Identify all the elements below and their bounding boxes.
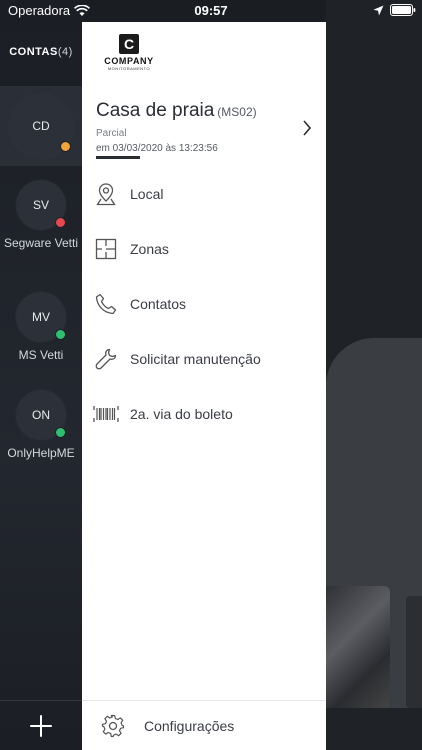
logo-subtitle: MONITORAMENTO xyxy=(107,66,151,71)
accounts-title-text: CONTAS xyxy=(9,46,58,58)
accounts-title: CONTAS(4) xyxy=(0,46,82,58)
avatar: SV xyxy=(16,180,66,230)
logo-mark: C xyxy=(119,34,139,54)
site-state-date: em 03/03/2020 às 13:23:56 xyxy=(96,143,218,154)
menu-item-solicitar-manutencao[interactable]: Solicitar manutenção xyxy=(82,339,326,379)
menu-label: Zonas xyxy=(130,241,169,257)
site-name: Casa de praia xyxy=(96,100,215,121)
account-name: Segware Vetti xyxy=(3,236,79,250)
site-code: (MS02) xyxy=(217,105,257,119)
background-camera-image xyxy=(326,586,390,708)
site-underline xyxy=(96,156,140,159)
add-account-button[interactable] xyxy=(0,700,82,750)
site-arm-state: Parcial xyxy=(96,128,127,139)
menu-item-zonas[interactable]: Zonas xyxy=(82,229,326,269)
account-item-sv[interactable]: SV Segware Vetti xyxy=(0,180,82,250)
clock: 09:57 xyxy=(194,3,228,18)
menu-item-local[interactable]: Local xyxy=(82,174,326,214)
status-bar: Operadora 09:57 xyxy=(0,0,422,22)
barcode-icon xyxy=(93,406,119,422)
status-dot xyxy=(60,141,71,152)
menu-item-boleto[interactable]: 2a. via do boleto xyxy=(82,394,326,434)
background-camera-image-2 xyxy=(406,596,422,708)
phone-icon xyxy=(95,293,117,315)
account-item-mv[interactable]: MV MS Vetti xyxy=(0,292,82,362)
location-arrow-icon xyxy=(373,5,384,15)
menu-label: Contatos xyxy=(130,296,187,312)
account-item-on[interactable]: ON OnlyHelpME xyxy=(0,390,82,460)
gear-icon xyxy=(101,714,125,737)
menu-label: Local xyxy=(130,186,164,202)
avatar-initials: SV xyxy=(32,198,49,212)
battery-icon xyxy=(390,4,416,16)
account-item-cd[interactable]: CD xyxy=(0,86,82,166)
status-dot xyxy=(55,329,66,340)
avatar: ON xyxy=(16,390,66,440)
settings-button[interactable]: Configurações xyxy=(82,700,326,750)
wrench-icon xyxy=(95,348,117,370)
chevron-right-icon[interactable] xyxy=(302,120,312,136)
account-name: OnlyHelpME xyxy=(7,446,75,460)
status-dot xyxy=(55,427,66,438)
menu-label: Solicitar manutenção xyxy=(130,351,261,367)
accounts-count: (4) xyxy=(57,46,73,58)
avatar-initials: CD xyxy=(32,119,50,133)
company-logo: C COMPANY MONITORAMENTO xyxy=(96,34,162,71)
avatar-initials: MV xyxy=(32,310,50,324)
floorplan-icon xyxy=(95,238,117,260)
accounts-rail: CONTAS(4) CD SV Segware Vetti MV MS Vett… xyxy=(0,0,82,750)
avatar-initials: ON xyxy=(32,408,50,422)
location-pin-icon xyxy=(96,183,116,206)
site-header[interactable]: Casa de praia (MS02) Parcial em 03/03/202… xyxy=(96,100,316,159)
avatar: CD xyxy=(9,94,73,158)
logo-text: COMPANY xyxy=(104,56,154,66)
status-dot xyxy=(55,217,66,228)
menu-label: 2a. via do boleto xyxy=(130,406,233,422)
site-drawer: C COMPANY MONITORAMENTO Casa de praia (MS… xyxy=(82,22,326,750)
menu-item-contatos[interactable]: Contatos xyxy=(82,284,326,324)
settings-label: Configurações xyxy=(144,717,235,734)
background-content xyxy=(326,0,422,750)
avatar: MV xyxy=(16,292,66,342)
plus-icon xyxy=(30,714,52,737)
account-name: MS Vetti xyxy=(18,348,64,362)
